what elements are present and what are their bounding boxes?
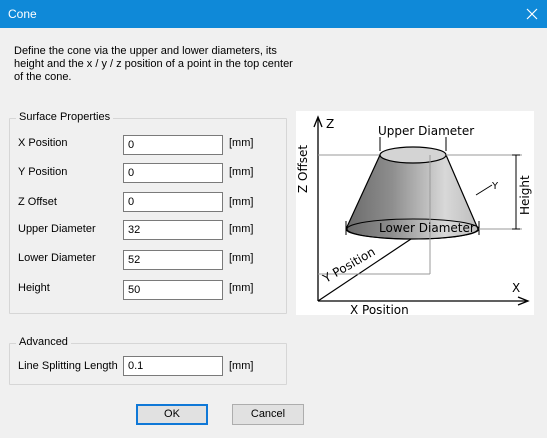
y-position-input[interactable] bbox=[123, 163, 223, 183]
line-splitting-length-label: Line Splitting Length bbox=[18, 360, 118, 372]
x-position-input[interactable] bbox=[123, 135, 223, 155]
lower-diameter-label: Lower Diameter bbox=[18, 252, 96, 264]
cone-diagram: Z X Z Offset Upper Diameter Lower Diamet… bbox=[296, 111, 534, 317]
x-position-label: X Position bbox=[18, 137, 68, 149]
x-axis-label: X bbox=[512, 281, 520, 295]
height-label: Height bbox=[18, 282, 50, 294]
lower-diameter-diagram-label: Lower Diameter bbox=[379, 221, 475, 235]
surface-properties-title: Surface Properties bbox=[16, 111, 114, 123]
upper-diameter-input[interactable] bbox=[123, 220, 223, 240]
window-title: Cone bbox=[8, 7, 37, 21]
close-button[interactable] bbox=[517, 0, 547, 28]
x-position-diagram-label: X Position bbox=[350, 303, 409, 315]
y-position-unit: [mm] bbox=[229, 166, 254, 178]
upper-diameter-unit: [mm] bbox=[229, 223, 254, 235]
ok-button[interactable]: OK bbox=[136, 404, 208, 425]
upper-diameter-diagram-label: Upper Diameter bbox=[378, 124, 474, 138]
height-input[interactable] bbox=[123, 280, 223, 300]
z-offset-unit: [mm] bbox=[229, 196, 254, 208]
y-position-label: Y Position bbox=[18, 166, 68, 178]
cancel-button[interactable]: Cancel bbox=[232, 404, 304, 425]
lower-diameter-unit: [mm] bbox=[229, 252, 254, 264]
y-small-diagram-label: Y bbox=[491, 181, 499, 192]
advanced-title: Advanced bbox=[16, 336, 71, 348]
upper-diameter-label: Upper Diameter bbox=[18, 223, 96, 235]
z-axis-label: Z bbox=[326, 117, 334, 131]
title-bar: Cone bbox=[0, 0, 547, 28]
close-icon bbox=[526, 8, 538, 20]
line-splitting-length-unit: [mm] bbox=[229, 360, 254, 372]
dialog-description: Define the cone via the upper and lower … bbox=[14, 45, 293, 83]
z-offset-diagram-label: Z Offset bbox=[296, 145, 310, 193]
line-splitting-length-input[interactable] bbox=[123, 356, 223, 376]
z-offset-label: Z Offset bbox=[18, 196, 57, 208]
z-offset-input[interactable] bbox=[123, 192, 223, 212]
height-unit: [mm] bbox=[229, 282, 254, 294]
x-position-unit: [mm] bbox=[229, 137, 254, 149]
height-diagram-label: Height bbox=[518, 175, 532, 215]
lower-diameter-input[interactable] bbox=[123, 250, 223, 270]
